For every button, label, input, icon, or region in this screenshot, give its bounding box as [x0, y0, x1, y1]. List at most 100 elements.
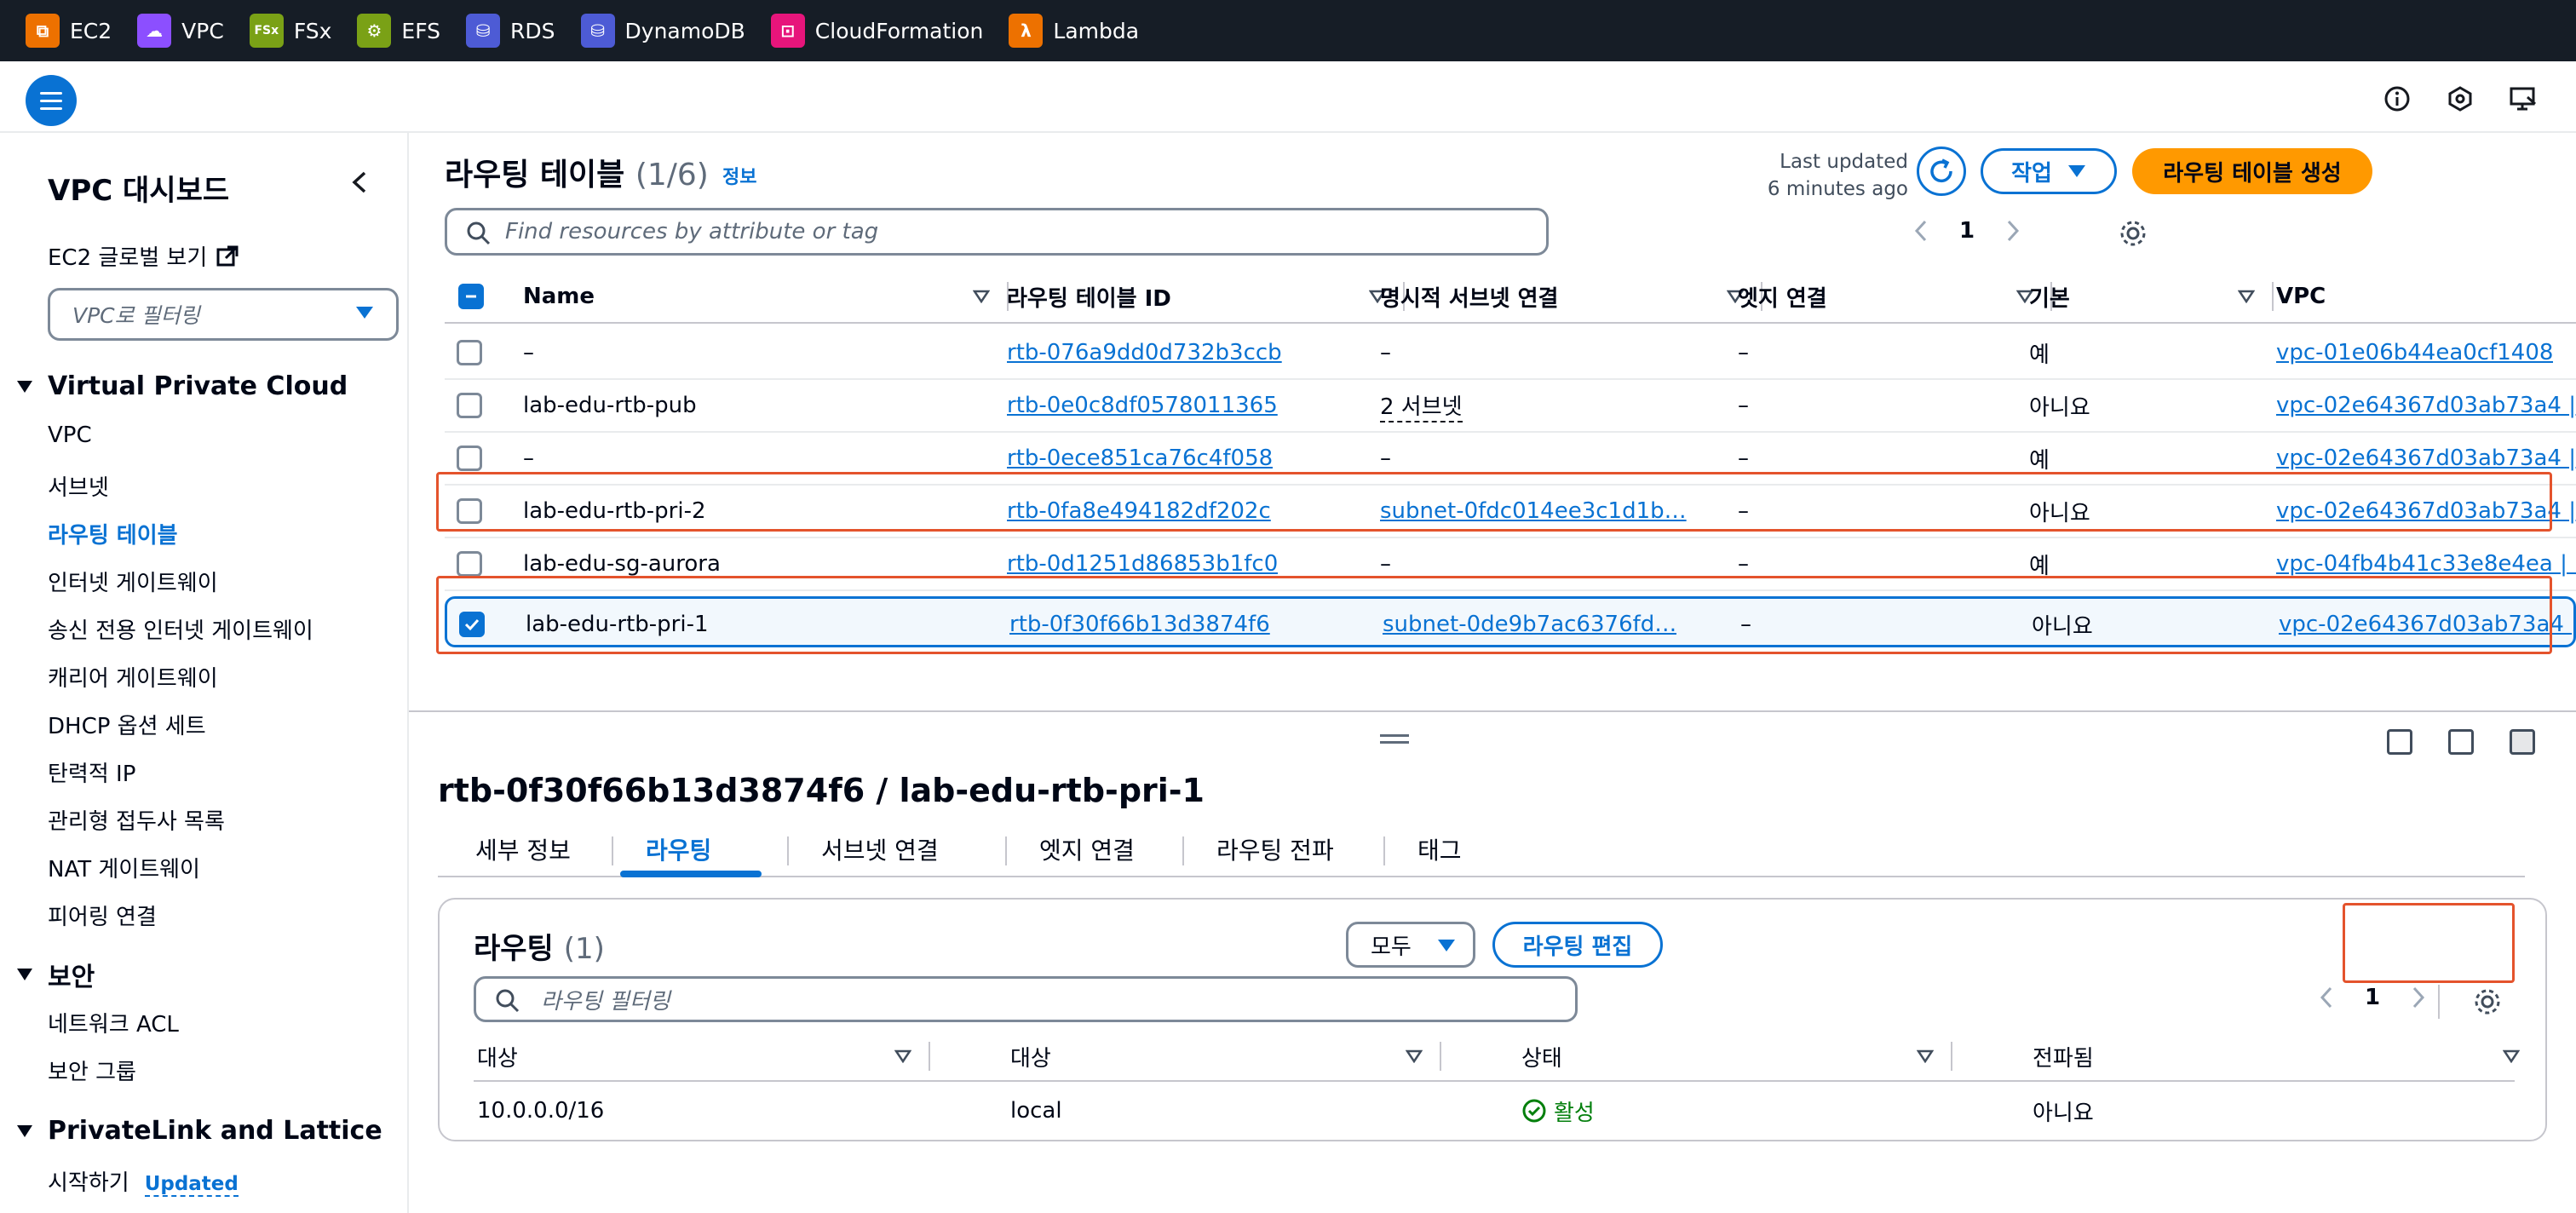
cell-vpc[interactable]: vpc-02e64367d03ab73a4 | — [2276, 380, 2576, 431]
tab-5[interactable]: 태그 — [1417, 821, 1462, 877]
split-side-icon[interactable] — [2448, 729, 2474, 755]
service-shortcut-efs[interactable]: ⚙ EFS — [357, 0, 440, 61]
sort-caret-icon[interactable] — [973, 269, 990, 324]
cell-vpc[interactable]: vpc-01e06b44ea0cf1408 — [2276, 327, 2553, 378]
sort-caret-icon[interactable] — [1917, 1032, 1934, 1080]
service-shortcut-fsx[interactable]: FSx FSx — [249, 0, 331, 61]
column-header-1[interactable]: 라우팅 테이블 ID — [1007, 269, 1171, 324]
row-checkbox[interactable] — [457, 393, 482, 418]
column-separator[interactable] — [1440, 1032, 1441, 1080]
sort-caret-icon[interactable] — [2238, 269, 2255, 324]
service-shortcut-ec2[interactable]: ⧉ EC2 — [26, 0, 112, 61]
tab-4[interactable]: 라우팅 전파 — [1216, 821, 1334, 877]
prev-page-icon[interactable] — [2314, 985, 2339, 1010]
column-header-5[interactable]: VPC — [2276, 269, 2326, 324]
search-icon — [467, 221, 491, 245]
vpc-filter-select[interactable]: VPC로 필터링 — [48, 288, 399, 341]
collapse-sidebar-button[interactable] — [342, 165, 377, 199]
detail-tabs: 세부 정보 라우팅 서브넷 연결 엣지 연결 라우팅 전파 태그 — [438, 821, 2525, 877]
caret-down-icon — [17, 1124, 32, 1137]
sidebar-title: VPC 대시보드 — [48, 174, 230, 208]
tab-3[interactable]: 엣지 연결 — [1039, 821, 1135, 877]
service-shortcut-vpc[interactable]: ☁ VPC — [137, 0, 224, 61]
column-header-0[interactable]: Name — [523, 269, 595, 324]
sidebar-item-4[interactable]: 송신 전용 인터넷 게이트웨이 — [48, 613, 313, 645]
sidebar-item-6[interactable]: DHCP 옵션 세트 — [48, 709, 206, 740]
section-privatelink[interactable]: PrivateLink and Lattice — [17, 1116, 382, 1146]
security-settings-icon[interactable] — [2441, 80, 2479, 118]
split-bottom-icon[interactable] — [2387, 729, 2412, 755]
column-separator[interactable] — [2272, 269, 2274, 324]
select-all-checkbox[interactable] — [458, 284, 484, 309]
sort-caret-icon[interactable] — [1406, 1032, 1423, 1080]
menu-toggle-button[interactable] — [26, 75, 77, 126]
info-link[interactable]: 정보 — [722, 162, 756, 189]
route-filter-input[interactable]: 라우팅 필터링 — [474, 976, 1578, 1022]
sidebar-item-5[interactable]: 캐리어 게이트웨이 — [48, 661, 218, 693]
service-shortcut-lambda[interactable]: λ Lambda — [1009, 0, 1139, 61]
split-full-icon[interactable] — [2510, 729, 2535, 755]
sidebar-item-0[interactable]: VPC — [48, 423, 92, 448]
column-header-2[interactable]: 명시적 서브넷 연결 — [1380, 269, 1558, 324]
row-checkbox[interactable] — [457, 340, 482, 365]
refresh-button[interactable] — [1917, 147, 1966, 196]
routes-column-header-3[interactable]: 전파됨 — [2033, 1032, 2094, 1080]
cell-subnet[interactable]: 2 서브넷 — [1380, 380, 1463, 431]
column-header-4[interactable]: 기본 — [2029, 269, 2070, 324]
section-security[interactable]: 보안 — [17, 956, 95, 993]
info-icon[interactable] — [2378, 80, 2416, 118]
actions-dropdown-button[interactable]: 작업 — [1981, 148, 2117, 194]
column-separator[interactable] — [1951, 1032, 1952, 1080]
routes-preferences-gear-icon[interactable] — [2470, 985, 2504, 1019]
search-icon — [496, 989, 520, 1013]
service-shortcut-rds[interactable]: ⛁ RDS — [466, 0, 555, 61]
current-page[interactable]: 1 — [2365, 985, 2380, 1010]
sidebar-item-7[interactable]: 탄력적 IP — [48, 756, 135, 788]
row-checkbox[interactable] — [457, 551, 482, 577]
section-virtual-private-cloud[interactable]: Virtual Private Cloud — [17, 371, 348, 401]
sidebar-item-10[interactable]: 피어링 연결 — [48, 900, 157, 931]
lambda-icon: λ — [1009, 14, 1044, 48]
detail-title: rtb-0f30f66b13d3874f6 / lab-edu-rtb-pri-… — [438, 772, 1205, 809]
table-row[interactable]: – rtb-076a9dd0d732b3ccb – – 예 vpc-01e06b44ea0… — [445, 327, 2576, 380]
cell-id[interactable]: rtb-076a9dd0d732b3ccb — [1007, 327, 1282, 378]
routes-column-header-2[interactable]: 상태 — [1521, 1032, 1562, 1080]
sidebar-item-security-0[interactable]: 네트워크 ACL — [48, 1007, 179, 1038]
sidebar-item-2[interactable]: 라우팅 테이블 — [48, 518, 178, 549]
edit-routes-button[interactable]: 라우팅 편집 — [1492, 922, 1663, 968]
routes-column-header-0[interactable]: 대상 — [477, 1032, 518, 1080]
sidebar-item-getting-started[interactable]: 시작하기 Updated — [48, 1165, 239, 1197]
sidebar-item-security-1[interactable]: 보안 그룹 — [48, 1055, 136, 1086]
sort-caret-icon[interactable] — [894, 1032, 911, 1080]
create-route-table-button[interactable]: 라우팅 테이블 생성 — [2132, 148, 2372, 194]
sidebar-item-9[interactable]: NAT 게이트웨이 — [48, 852, 200, 883]
cell-id[interactable]: rtb-0e0c8df0578011365 — [1007, 380, 1278, 431]
routes-column-header-1[interactable]: 대상 — [1010, 1032, 1051, 1080]
route-scope-select[interactable]: 모두 — [1346, 922, 1475, 968]
table-row[interactable]: lab-edu-rtb-pub rtb-0e0c8df0578011365 2 서브… — [445, 380, 2576, 433]
ec2-icon: ⧉ — [26, 14, 60, 48]
split-panel-drag-handle[interactable] — [1380, 734, 1409, 748]
service-shortcut-dynamodb[interactable]: ⛁ DynamoDB — [580, 0, 745, 61]
tab-1[interactable]: 라우팅 — [646, 821, 711, 877]
caret-down-icon — [2067, 165, 2085, 177]
tab-2[interactable]: 서브넷 연결 — [821, 821, 939, 877]
current-page[interactable]: 1 — [1959, 218, 1975, 244]
column-separator[interactable] — [929, 1032, 930, 1080]
next-page-icon[interactable] — [2000, 218, 2026, 244]
resource-search-input[interactable]: Find resources by attribute or tag — [445, 208, 1549, 256]
column-header-3[interactable]: 엣지 연결 — [1738, 269, 1827, 324]
row-checkbox[interactable] — [457, 446, 482, 471]
prev-page-icon[interactable] — [1908, 218, 1934, 244]
sidebar-item-1[interactable]: 서브넷 — [48, 470, 109, 502]
sidebar-item-3[interactable]: 인터넷 게이트웨이 — [48, 566, 218, 597]
sort-caret-icon[interactable] — [2503, 1032, 2520, 1080]
sidebar-item-8[interactable]: 관리형 접두사 목록 — [48, 804, 225, 836]
feedback-display-icon[interactable] — [2504, 80, 2542, 118]
service-shortcut-cloudformation[interactable]: ⊡ CloudFormation — [770, 0, 983, 61]
table-preferences-gear-icon[interactable] — [2116, 216, 2150, 250]
next-page-icon[interactable] — [2406, 985, 2431, 1010]
tab-0[interactable]: 세부 정보 — [475, 821, 571, 877]
route-propagated: 아니요 — [2033, 1100, 2094, 1126]
ec2-global-view-link[interactable]: EC2 글로벌 보기 — [48, 240, 239, 272]
